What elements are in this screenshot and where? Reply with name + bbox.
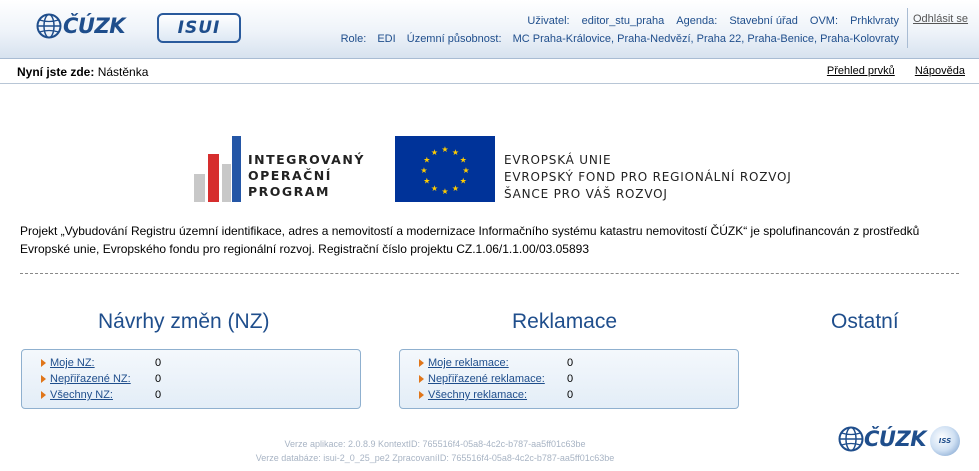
svg-text:★: ★	[431, 148, 438, 157]
app-header: ČÚZK ISUI Uživatel: editor_stu_praha Age…	[0, 0, 979, 59]
breadcrumb: Nyní jste zde: Nástěnka	[17, 65, 148, 79]
isui-logo[interactable]: ISUI	[157, 13, 241, 43]
iop-logo: INTEGROVANÝ OPERAČNÍ PROGRAM	[194, 136, 374, 202]
svg-text:★: ★	[452, 184, 459, 193]
iss-logo: ISS	[930, 426, 960, 456]
footer-cuzk-logo-text: ČÚZK	[864, 427, 926, 451]
list-item: Nepřiřazené NZ: 0	[22, 372, 360, 388]
section-title-nz: Návrhy změn (NZ)	[98, 310, 270, 333]
arrow-right-icon	[41, 391, 46, 399]
arrow-right-icon	[419, 375, 424, 383]
territory-field: Územní působnost: MC Praha-Královice, Pr…	[406, 33, 899, 45]
eu-flag-icon: ★ ★ ★ ★ ★ ★ ★ ★ ★ ★ ★ ★	[395, 136, 495, 202]
globe-icon	[838, 426, 864, 452]
breadcrumb-label: Nyní jste zde:	[17, 65, 95, 79]
unassigned-nz-count: 0	[155, 373, 162, 385]
svg-text:★: ★	[420, 166, 427, 175]
version-info: Verze aplikace: 2.0.8.9 KontextID: 76551…	[230, 437, 640, 465]
role-field: Role: EDI	[340, 33, 396, 45]
my-nz-count: 0	[155, 357, 162, 369]
user-info: Uživatel: editor_stu_praha Agenda: Stave…	[341, 13, 899, 47]
list-item: Nepřiřazené reklamace: 0	[400, 372, 738, 388]
svg-text:★: ★	[431, 184, 438, 193]
ovm-field: OVM: Prhklvraty	[809, 15, 899, 27]
globe-icon	[36, 13, 62, 39]
svg-text:★: ★	[452, 148, 459, 157]
overview-link[interactable]: Přehled prvků	[827, 65, 895, 77]
agenda-field: Agenda: Stavební úřad	[676, 15, 798, 27]
list-item: Všechny reklamace: 0	[400, 388, 738, 404]
arrow-right-icon	[41, 359, 46, 367]
section-title-reklamace: Reklamace	[512, 310, 618, 333]
list-item: Všechny NZ: 0	[22, 388, 360, 404]
my-nz-link[interactable]: Moje NZ:	[50, 357, 95, 369]
footer-cuzk-logo: ČÚZK	[838, 424, 926, 454]
user-field: Uživatel: editor_stu_praha	[527, 15, 665, 27]
project-description: Projekt „Vybudování Registru územní iden…	[20, 224, 920, 256]
help-link[interactable]: Nápověda	[915, 65, 965, 77]
breadcrumb-current: Nástěnka	[97, 65, 149, 79]
arrow-right-icon	[419, 359, 424, 367]
arrow-right-icon	[41, 375, 46, 383]
section-title-ostatni: Ostatní	[831, 310, 899, 333]
top-links: Přehled prvků Nápověda	[810, 65, 965, 77]
header-divider	[907, 8, 908, 48]
list-item: Moje NZ: 0	[22, 356, 360, 372]
svg-text:★: ★	[441, 145, 448, 154]
all-nz-link[interactable]: Všechny NZ:	[50, 389, 113, 401]
svg-text:★: ★	[462, 166, 469, 175]
svg-text:★: ★	[441, 187, 448, 196]
svg-text:★: ★	[423, 177, 430, 186]
reklamace-box: Moje reklamace: 0 Nepřiřazené reklamace:…	[399, 349, 739, 409]
iop-text: INTEGROVANÝ OPERAČNÍ PROGRAM	[248, 152, 365, 199]
app-version: Verze aplikace: 2.0.8.9 KontextID: 76551…	[284, 439, 586, 449]
nz-box: Moje NZ: 0 Nepřiřazené NZ: 0 Všechny NZ:…	[21, 349, 361, 409]
eu-text: EVROPSKÁ UNIE EVROPSKÝ FOND PRO REGIONÁL…	[504, 153, 792, 201]
unassigned-reklamace-link[interactable]: Nepřiřazené reklamace:	[428, 373, 545, 385]
svg-text:★: ★	[460, 156, 467, 165]
cuzk-logo[interactable]: ČÚZK	[36, 11, 125, 41]
svg-text:★: ★	[460, 177, 467, 186]
my-reklamace-count: 0	[567, 357, 574, 369]
db-version: Verze databáze: isui-2_0_25_pe2 Zpracova…	[255, 453, 615, 463]
all-nz-count: 0	[155, 389, 162, 401]
all-reklamace-link[interactable]: Všechny reklamace:	[428, 389, 527, 401]
unassigned-reklamace-count: 0	[567, 373, 574, 385]
arrow-right-icon	[419, 391, 424, 399]
cuzk-logo-text: ČÚZK	[63, 14, 125, 38]
all-reklamace-count: 0	[567, 389, 574, 401]
iop-bars-icon	[194, 136, 241, 202]
logout-link[interactable]: Odhlásit se	[913, 13, 968, 25]
list-item: Moje reklamace: 0	[400, 356, 738, 372]
breadcrumb-bar: Nyní jste zde: Nástěnka Přehled prvků Ná…	[0, 59, 979, 84]
my-reklamace-link[interactable]: Moje reklamace:	[428, 357, 509, 369]
unassigned-nz-link[interactable]: Nepřiřazené NZ:	[50, 373, 131, 385]
svg-text:★: ★	[423, 156, 430, 165]
content-divider	[20, 273, 959, 274]
